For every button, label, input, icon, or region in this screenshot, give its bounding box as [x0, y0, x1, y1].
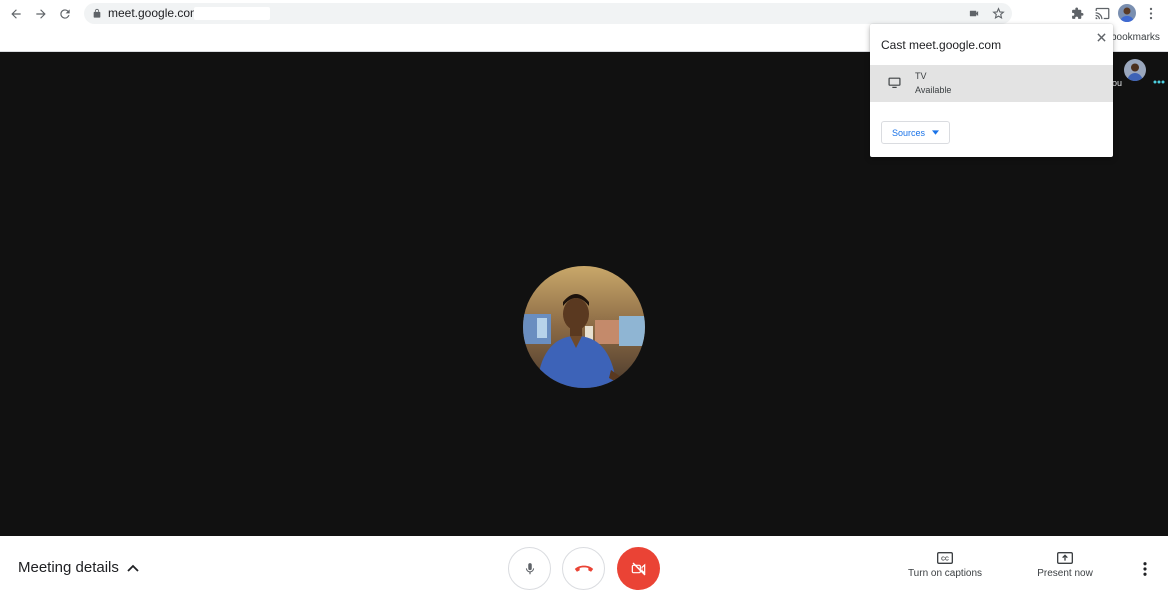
meeting-controls-bar: Meeting details CC Turn on captions Pres…	[0, 536, 1168, 600]
self-photo	[1124, 59, 1146, 81]
arrow-right-icon	[36, 9, 46, 19]
captions-label: Turn on captions	[907, 568, 983, 579]
kebab-vertical-icon	[1143, 562, 1147, 576]
arrow-left-icon	[11, 9, 21, 19]
caret-down-icon	[932, 130, 940, 135]
bookmarks-label[interactable]: bookmarks	[1111, 32, 1160, 43]
address-bar[interactable]: meet.google.com/	[84, 3, 1012, 24]
kebab-menu-icon[interactable]	[1146, 7, 1156, 20]
star-icon[interactable]	[992, 7, 1005, 20]
reload-icon	[60, 9, 70, 19]
cast-close-button[interactable]	[1094, 30, 1108, 44]
microphone-button[interactable]	[508, 547, 551, 590]
monitor-icon	[888, 77, 901, 88]
camera-off-icon	[631, 562, 645, 575]
self-more-options-icon[interactable]	[1153, 80, 1165, 84]
url-text: meet.google.com/	[108, 6, 204, 20]
profile-avatar[interactable]	[1118, 4, 1136, 22]
meeting-details-label: Meeting details	[18, 559, 119, 576]
close-icon	[1096, 32, 1106, 42]
cast-sink-name: TV	[915, 71, 927, 81]
present-label: Present now	[1037, 568, 1093, 579]
reload-button[interactable]	[54, 3, 76, 25]
url-redaction	[194, 7, 270, 20]
cast-dialog-title: Cast meet.google.com	[881, 38, 1002, 52]
more-options-button[interactable]	[1136, 560, 1154, 578]
cast-dialog: Cast meet.google.com TV Available Source…	[870, 24, 1113, 157]
closed-captions-icon: CC	[937, 552, 953, 564]
sources-label: Sources	[891, 127, 926, 138]
leave-call-button[interactable]	[562, 547, 605, 590]
meeting-details-button[interactable]: Meeting details	[18, 559, 139, 576]
svg-text:CC: CC	[941, 556, 949, 562]
cast-icon[interactable]	[1095, 7, 1110, 20]
turn-on-captions-button[interactable]: CC Turn on captions	[900, 552, 990, 579]
camera-button[interactable]	[617, 547, 660, 590]
present-now-button[interactable]: Present now	[1030, 552, 1100, 579]
microphone-icon	[525, 562, 534, 574]
sources-dropdown-button[interactable]: Sources	[881, 121, 950, 144]
chevron-up-icon	[127, 564, 139, 572]
cast-sink-tv[interactable]: TV Available	[870, 65, 1113, 102]
extensions-puzzle-icon[interactable]	[1071, 7, 1084, 20]
self-avatar	[1124, 59, 1146, 81]
profile-photo	[1118, 4, 1136, 22]
video-camera-icon[interactable]	[968, 8, 980, 19]
lock-icon	[93, 8, 101, 18]
self-tile-label: ou	[1112, 78, 1123, 88]
participant-photo	[523, 266, 645, 388]
participant-avatar	[523, 266, 645, 388]
back-button[interactable]	[5, 3, 27, 25]
cast-sink-status: Available	[915, 85, 952, 95]
forward-button[interactable]	[30, 3, 52, 25]
present-screen-icon	[1057, 552, 1073, 564]
hang-up-icon	[574, 565, 593, 572]
